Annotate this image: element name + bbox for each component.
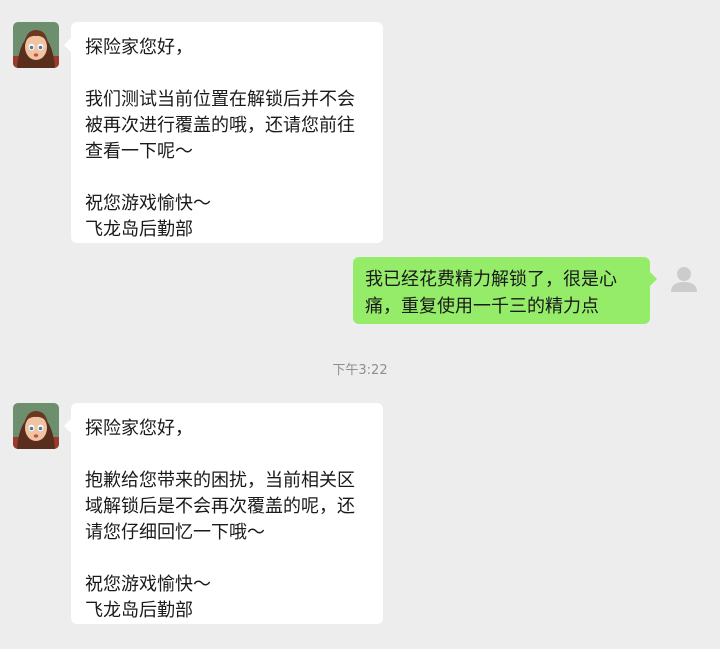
message-text-line: 祝您游戏愉快～: [85, 574, 211, 595]
sender-avatar[interactable]: [13, 403, 59, 449]
message-text-line: 域解锁后是不会再次覆盖的呢，还: [85, 496, 355, 517]
message-text-line: 探险家您好，: [85, 418, 193, 439]
message-text-line: 飞龙岛后勤部: [85, 600, 193, 621]
sender-avatar[interactable]: [13, 22, 59, 68]
message-text-line: 抱歉给您带来的困扰，当前相关区: [85, 470, 355, 491]
message-text-line: 被再次进行覆盖的哦，还请您前往: [85, 115, 355, 136]
message-text-line: 飞龙岛后勤部: [85, 219, 193, 240]
incoming-message-bubble[interactable]: 探险家您好， 我们测试当前位置在解锁后并不会 被再次进行覆盖的哦，还请您前往 查…: [64, 22, 383, 243]
message-text-line: 探险家您好，: [85, 37, 193, 58]
character-portrait-avatar-icon: [13, 403, 59, 449]
message-text-line: 痛，重复使用一千三的精力点: [365, 296, 599, 317]
message-text-line: 请您仔细回忆一下哦～: [85, 522, 265, 543]
message-text-line: 我们测试当前位置在解锁后并不会: [85, 89, 355, 110]
message-text-line: 祝您游戏愉快～: [85, 193, 211, 214]
chat-timestamp: 下午3:22: [332, 363, 388, 378]
message-text-line: 查看一下呢～: [85, 141, 193, 162]
default-user-avatar-icon: [661, 257, 707, 303]
message-text-line: 我已经花费精力解锁了，很是心: [365, 269, 617, 290]
my-avatar[interactable]: [661, 257, 707, 303]
outgoing-message-bubble[interactable]: 我已经花费精力解锁了，很是心 痛，重复使用一千三的精力点: [353, 257, 657, 324]
incoming-message-bubble[interactable]: 探险家您好， 抱歉给您带来的困扰，当前相关区 域解锁后是不会再次覆盖的呢，还 请…: [64, 403, 383, 624]
character-portrait-avatar-icon: [13, 22, 59, 68]
